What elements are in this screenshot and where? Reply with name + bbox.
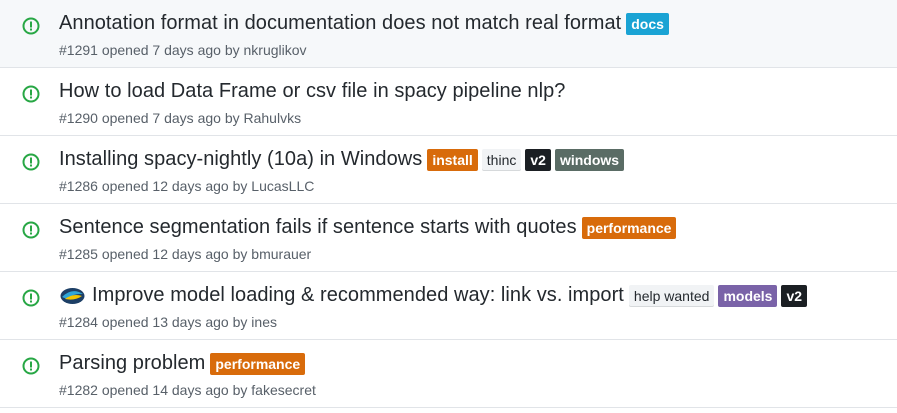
- issue-meta: #1286 opened 12 days ago by LucasLLC: [59, 178, 314, 194]
- issue-opened-text: opened 7 days ago by: [101, 42, 240, 58]
- issue-labels: docs: [626, 12, 673, 35]
- issue-title-link[interactable]: How to load Data Frame or csv file in sp…: [59, 80, 565, 103]
- issue-meta: #1290 opened 7 days ago by Rahulvks: [59, 110, 301, 126]
- issue-meta: #1291 opened 7 days ago by nkruglikov: [59, 42, 307, 58]
- label-windows[interactable]: windows: [554, 148, 625, 171]
- issue-title-link[interactable]: Sentence segmentation fails if sentence …: [59, 216, 577, 239]
- issue-meta: #1285 opened 12 days ago by bmurauer: [59, 246, 311, 262]
- issue-list: Annotation format in documentation does …: [0, 0, 897, 413]
- issue-meta: #1284 opened 13 days ago by ines: [59, 314, 277, 330]
- issue-row[interactable]: Parsing problem performance #1282 opened 1…: [0, 340, 897, 408]
- issue-row[interactable]: Installing spacy-nightly (10a) in Window…: [0, 136, 897, 204]
- issue-title-line: Improve model loading & recommended way:…: [59, 284, 811, 307]
- issue-title-link[interactable]: Annotation format in documentation does …: [59, 12, 621, 35]
- issue-author-link[interactable]: fakesecret: [251, 382, 316, 398]
- label-performance[interactable]: performance: [581, 216, 677, 239]
- label-install[interactable]: install: [427, 148, 478, 171]
- issue-opened-icon: [21, 288, 41, 308]
- issue-title-line: Installing spacy-nightly (10a) in Window…: [59, 148, 628, 171]
- issue-title-line: How to load Data Frame or csv file in sp…: [59, 80, 565, 103]
- issue-opened-icon: [21, 220, 41, 240]
- issue-author-link[interactable]: Rahulvks: [244, 110, 302, 126]
- issue-opened-text: opened 7 days ago by: [101, 110, 240, 126]
- issue-row[interactable]: Annotation format in documentation does …: [0, 0, 897, 68]
- issue-number: #1290: [59, 110, 98, 126]
- issue-opened-text: opened 14 days ago by: [101, 382, 248, 398]
- issue-opened-icon: [21, 152, 41, 172]
- issue-labels: performance: [210, 352, 309, 375]
- issue-author-link[interactable]: bmurauer: [251, 246, 311, 262]
- label-performance[interactable]: performance: [210, 352, 306, 375]
- issue-title-link[interactable]: Parsing problem: [59, 352, 205, 375]
- issue-title-line: Annotation format in documentation does …: [59, 12, 673, 35]
- issue-title-line: Sentence segmentation fails if sentence …: [59, 216, 680, 239]
- issue-opened-text: opened 12 days ago by: [101, 246, 248, 262]
- issue-opened-icon: [21, 16, 41, 36]
- label-docs[interactable]: docs: [626, 12, 669, 35]
- issue-opened-text: opened 13 days ago by: [101, 314, 248, 330]
- label-models[interactable]: models: [718, 284, 778, 307]
- label-thinc[interactable]: thinc: [481, 148, 522, 171]
- issue-labels: help wanted models v2: [628, 284, 811, 307]
- issue-number: #1286: [59, 178, 98, 194]
- issue-title-link[interactable]: Installing spacy-nightly (10a) in Window…: [59, 148, 422, 171]
- label-help-wanted[interactable]: help wanted: [628, 284, 715, 307]
- label-v2[interactable]: v2: [781, 284, 808, 307]
- issue-author-link[interactable]: LucasLLC: [251, 178, 314, 194]
- issue-opened-text: opened 12 days ago by: [101, 178, 248, 194]
- issue-title-line: Parsing problem performance: [59, 352, 309, 375]
- issue-opened-icon: [21, 84, 41, 104]
- issue-opened-icon: [21, 356, 41, 376]
- issue-number: #1282: [59, 382, 98, 398]
- issue-title-link[interactable]: Improve model loading & recommended way:…: [92, 284, 624, 307]
- issue-number: #1284: [59, 314, 98, 330]
- issue-labels: install thinc v2 windows: [427, 148, 628, 171]
- issue-meta: #1282 opened 14 days ago by fakesecret: [59, 382, 316, 398]
- issue-row[interactable]: Improve model loading & recommended way:…: [0, 272, 897, 340]
- avatar: [59, 285, 86, 307]
- issue-number: #1291: [59, 42, 98, 58]
- issue-author-link[interactable]: nkruglikov: [244, 42, 307, 58]
- issue-row[interactable]: Sentence segmentation fails if sentence …: [0, 204, 897, 272]
- issue-labels: performance: [581, 216, 681, 239]
- issue-author-link[interactable]: ines: [251, 314, 277, 330]
- issue-row[interactable]: How to load Data Frame or csv file in sp…: [0, 68, 897, 136]
- issue-number: #1285: [59, 246, 98, 262]
- label-v2[interactable]: v2: [525, 148, 551, 171]
